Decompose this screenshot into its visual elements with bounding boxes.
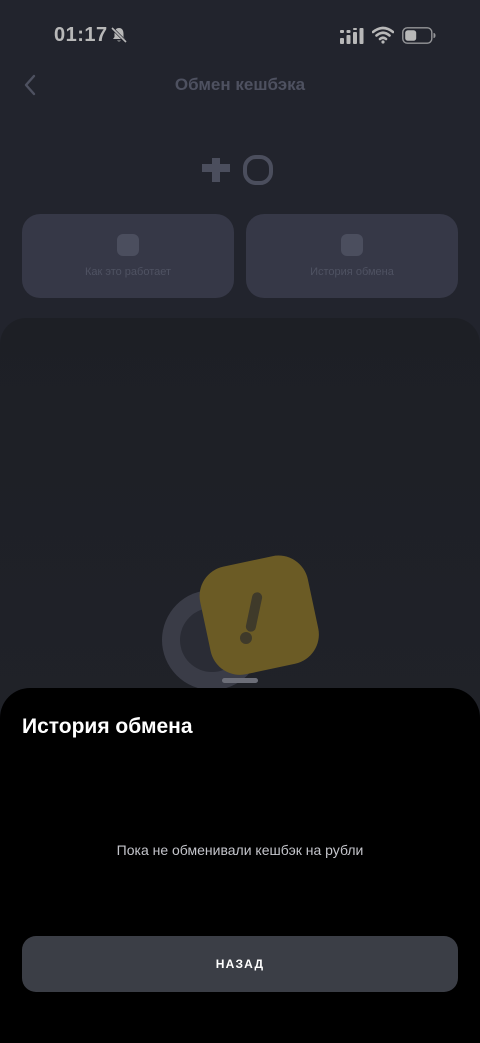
how-it-works-tile[interactable]: Как это работает — [22, 214, 234, 298]
exchange-history-tile[interactable]: История обмена — [246, 214, 458, 298]
help-icon — [117, 234, 139, 256]
tile-label: Как это работает — [84, 266, 172, 278]
nav-bar: Обмен кешбэка — [0, 62, 480, 108]
back-button[interactable]: НАЗАД — [22, 936, 458, 992]
cashback-logo-icon — [202, 155, 273, 185]
history-bottom-sheet: История обмена Пока не обменивали кешбэк… — [0, 688, 480, 1043]
tile-label: История обмена — [310, 266, 394, 278]
empty-state-text: Пока не обменивали кешбэк на рубли — [116, 842, 364, 858]
clock-icon — [341, 234, 363, 256]
sheet-title: История обмена — [22, 715, 193, 738]
sheet-drag-handle[interactable] — [222, 678, 258, 683]
page-title: Обмен кешбэка — [174, 75, 306, 94]
